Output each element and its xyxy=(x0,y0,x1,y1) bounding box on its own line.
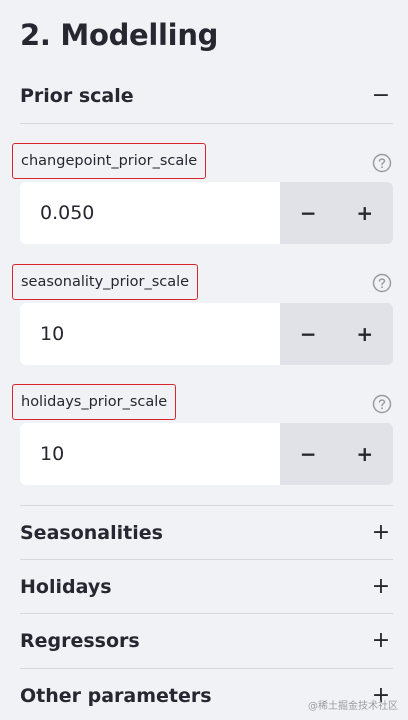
increment-button[interactable]: + xyxy=(345,203,385,223)
regressors-title: Regressors xyxy=(20,630,140,652)
changepoint-prior-scale-input: 0.050 − + xyxy=(20,182,393,244)
watermark: @稀土掘金技术社区 xyxy=(308,701,398,712)
holidays-prior-scale-label: holidays_prior_scale xyxy=(12,384,177,420)
divider xyxy=(20,123,393,124)
seasonalities-header[interactable]: Seasonalities + xyxy=(20,513,393,553)
prior-scale-title: Prior scale xyxy=(20,85,134,107)
help-icon[interactable] xyxy=(372,394,392,414)
seasonality-prior-scale-input: 10 − + xyxy=(20,303,393,365)
help-icon[interactable] xyxy=(372,273,392,293)
increment-button[interactable]: + xyxy=(345,324,385,344)
help-icon[interactable] xyxy=(372,153,392,173)
increment-button[interactable]: + xyxy=(345,444,385,464)
seasonality-prior-scale-label: seasonality_prior_scale xyxy=(12,264,199,300)
decrement-button[interactable]: − xyxy=(288,444,328,464)
collapse-icon[interactable]: − xyxy=(369,85,393,107)
seasonality-prior-scale-value[interactable]: 10 xyxy=(20,303,280,365)
expand-icon[interactable]: + xyxy=(369,576,393,598)
changepoint-prior-scale-label: changepoint_prior_scale xyxy=(12,143,207,179)
holidays-prior-scale-stepper: − + xyxy=(280,423,393,485)
divider xyxy=(20,505,393,506)
holidays-prior-scale-value[interactable]: 10 xyxy=(20,423,280,485)
holidays-prior-scale-input: 10 − + xyxy=(20,423,393,485)
divider xyxy=(20,613,393,614)
decrement-button[interactable]: − xyxy=(288,203,328,223)
expand-icon[interactable]: + xyxy=(369,522,393,544)
regressors-header[interactable]: Regressors + xyxy=(20,621,393,661)
changepoint-prior-scale-value[interactable]: 0.050 xyxy=(20,182,280,244)
other-parameters-title: Other parameters xyxy=(20,685,212,707)
divider xyxy=(20,668,393,669)
page-title: 2. Modelling xyxy=(20,18,219,52)
divider xyxy=(20,559,393,560)
holidays-title: Holidays xyxy=(20,576,112,598)
seasonalities-title: Seasonalities xyxy=(20,522,163,544)
seasonality-prior-scale-stepper: − + xyxy=(280,303,393,365)
holidays-header[interactable]: Holidays + xyxy=(20,567,393,607)
prior-scale-header[interactable]: Prior scale − xyxy=(20,76,393,116)
decrement-button[interactable]: − xyxy=(288,324,328,344)
changepoint-prior-scale-stepper: − + xyxy=(280,182,393,244)
expand-icon[interactable]: + xyxy=(369,630,393,652)
